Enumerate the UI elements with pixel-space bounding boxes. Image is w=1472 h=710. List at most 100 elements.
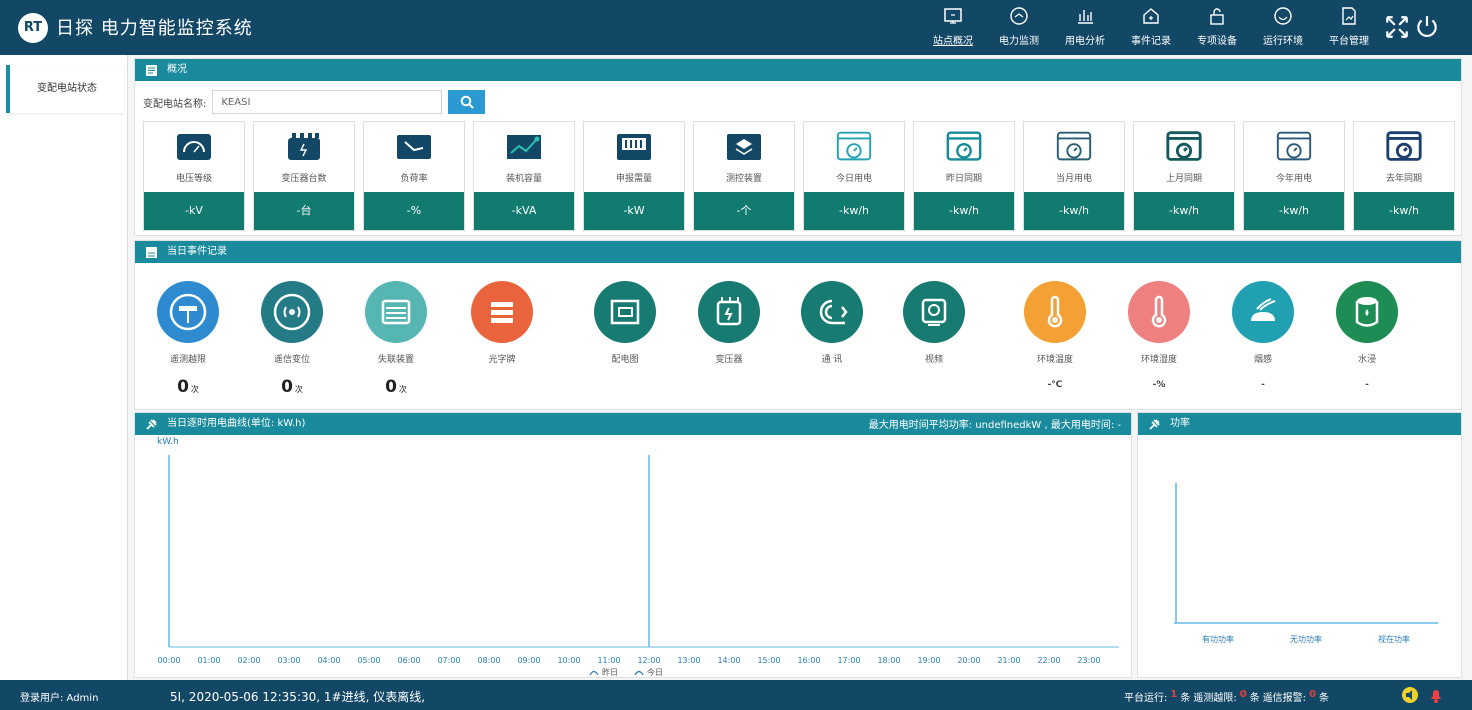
telemetry-icon bbox=[169, 293, 207, 331]
event-transformer[interactable]: 变压器 bbox=[679, 281, 779, 365]
speaker-icon[interactable] bbox=[1401, 686, 1419, 704]
x-tick-label: 05:00 bbox=[357, 656, 380, 665]
legend-label: 今日 bbox=[647, 667, 663, 677]
power-category-label: 视在功率 bbox=[1378, 634, 1410, 644]
x-tick-label: 06:00 bbox=[397, 656, 420, 665]
x-tick-label: 12:00 bbox=[637, 656, 660, 665]
alarm-message: 5I, 2020-05-06 12:35:30, 1#进线, 仪表离线, bbox=[170, 690, 426, 704]
curve-title: 当日逐时用电曲线(单位: kW.h) 最大用电时间平均功率: undefinedk… bbox=[135, 413, 1131, 435]
nav-site-overview[interactable]: 站点概况 bbox=[920, 0, 986, 55]
fullscreen-icon[interactable] bbox=[1384, 14, 1410, 40]
gauge-icon bbox=[177, 134, 211, 160]
logged-in-user: 登录用户: Admin bbox=[20, 693, 99, 704]
event-communication[interactable]: 通 讯 bbox=[782, 281, 882, 365]
home-icon bbox=[1143, 8, 1159, 24]
overview-cards: 电压等级 -kV 变压器台数 -台 负荷率 -% 装机容量 -kVA 申报需量 -kW 测… bbox=[143, 121, 1461, 233]
status-bar: 登录用户: Admin 5I, 2020-05-06 12:35:30, 1#进… bbox=[0, 680, 1472, 710]
plug-icon bbox=[146, 419, 157, 430]
event-smoke[interactable]: 烟感 - bbox=[1213, 281, 1313, 390]
event-ambient-humidity[interactable]: 环境湿度 -% bbox=[1109, 281, 1209, 390]
card-load-rate: 负荷率 -% bbox=[363, 121, 465, 231]
station-name-input[interactable] bbox=[212, 90, 443, 114]
event-light-panel[interactable]: 光字牌 bbox=[452, 281, 552, 365]
card-voltage-level: 电压等级 -kV bbox=[143, 121, 245, 231]
document-icon bbox=[1342, 7, 1356, 25]
x-tick-label: 09:00 bbox=[517, 656, 540, 665]
card-yesterday-same-period: 昨日同期 -kw/h bbox=[913, 121, 1015, 231]
circle-icon bbox=[1274, 7, 1292, 25]
x-tick-label: 03:00 bbox=[277, 656, 300, 665]
x-tick-label: 02:00 bbox=[237, 656, 260, 665]
nav-event-record[interactable]: 事件记录 bbox=[1118, 0, 1184, 55]
document-icon bbox=[146, 65, 157, 76]
transformer-icon bbox=[288, 133, 320, 160]
hourly-power-curve-panel: 当日逐时用电曲线(单位: kW.h) 最大用电时间平均功率: undefinedk… bbox=[134, 412, 1132, 678]
legend-label: 昨日 bbox=[602, 667, 618, 677]
water-tank-icon bbox=[1355, 297, 1379, 327]
x-tick-label: 11:00 bbox=[597, 656, 620, 665]
camera-icon bbox=[921, 298, 947, 326]
main-content: 概况 变配电站名称: 电压等级-kV 变压器台数-台 负荷率-% 装机容量-kV… bbox=[134, 58, 1462, 678]
nav-platform-management[interactable]: 平台管理 bbox=[1316, 0, 1382, 55]
x-tick-label: 14:00 bbox=[717, 656, 740, 665]
events-title: 当日事件记录 bbox=[135, 241, 1461, 263]
event-distribution-diagram[interactable]: 配电图 bbox=[575, 281, 675, 365]
transformer-icon bbox=[716, 297, 742, 326]
event-ambient-temperature[interactable]: 环境温度 -℃ bbox=[1005, 281, 1105, 390]
alarm-bell-icon[interactable] bbox=[1427, 686, 1445, 704]
card-current-month-electricity: 当月用电 -kw/h bbox=[1023, 121, 1125, 231]
x-tick-label: 20:00 bbox=[957, 656, 980, 665]
window-timer-icon bbox=[836, 131, 872, 161]
alarm-counts: 平台运行: 1 条 遥测越限: 0 条 遥信报警: 0 条 bbox=[1124, 689, 1330, 704]
power-title: 功率 bbox=[1138, 413, 1461, 435]
nav-special-device[interactable]: 专项设备 bbox=[1184, 0, 1250, 55]
card-year-electricity: 今年用电 -kw/h bbox=[1243, 121, 1345, 231]
window-timer-icon bbox=[946, 131, 982, 161]
server-icon bbox=[491, 302, 513, 323]
list-icon bbox=[381, 299, 411, 325]
nav-runtime-env[interactable]: 运行环境 bbox=[1250, 0, 1316, 55]
nav-power-analysis[interactable]: 用电分析 bbox=[1052, 0, 1118, 55]
bar-chart-icon bbox=[1078, 10, 1093, 24]
line-chart-icon bbox=[507, 135, 541, 159]
power-category-label: 有功功率 bbox=[1202, 634, 1234, 644]
x-tick-label: 17:00 bbox=[837, 656, 860, 665]
power-chart: 有功功率 无功功率 视在功率 bbox=[1174, 483, 1438, 644]
overview-title: 概况 bbox=[135, 59, 1461, 81]
event-offline-device[interactable]: 失联装置 0 次 bbox=[346, 281, 446, 397]
smoke-icon bbox=[1251, 298, 1276, 321]
card-installed-capacity: 装机容量 -kVA bbox=[473, 121, 575, 231]
search-button[interactable] bbox=[448, 90, 486, 114]
logo: RT bbox=[18, 13, 48, 43]
event-water-leak[interactable]: 水浸 - bbox=[1317, 281, 1417, 390]
signal-icon bbox=[273, 293, 311, 331]
app-title: 日探 电力智能监控系统 bbox=[56, 18, 253, 39]
panel-icon bbox=[617, 134, 651, 160]
x-tick-label: 22:00 bbox=[1037, 656, 1060, 665]
header: RT 日探 电力智能监控系统 站点概况 电力监测 用电分析 事件记录 专项设备 … bbox=[0, 0, 1472, 55]
curve-summary: 最大用电时间平均功率: undefinedkW , 最大用电时间: - bbox=[868, 420, 1121, 431]
sidebar-item-substation-status[interactable]: 变配电站状态 bbox=[6, 65, 124, 113]
station-search: 变配电站名称: bbox=[143, 90, 486, 114]
card-last-month-same-period: 上月同期 -kw/h bbox=[1133, 121, 1235, 231]
window-timer-icon bbox=[1276, 131, 1312, 161]
plug-icon bbox=[1149, 419, 1160, 430]
gauge-icon bbox=[1010, 7, 1028, 25]
card-transformer-count: 变压器台数 -台 bbox=[253, 121, 355, 231]
thermometer-icon bbox=[1151, 295, 1167, 328]
daily-events-panel: 当日事件记录 遥测越限 0 次 遥信变位 0 次 失联装置 0 次 光字牌 配电图 变压器 … bbox=[134, 240, 1462, 410]
power-icon[interactable] bbox=[1414, 14, 1440, 40]
event-telemetry-overlimit[interactable]: 遥测越限 0 次 bbox=[138, 281, 238, 397]
card-declared-demand: 申报需量 -kW bbox=[583, 121, 685, 231]
lock-icon bbox=[1210, 8, 1224, 25]
event-icon bbox=[146, 247, 157, 258]
hourly-power-chart: kW.h 00:00 01:00 02:00 03:00 04:00 05:00 06:00… bbox=[157, 437, 1119, 677]
overview-panel: 概况 变配电站名称: 电压等级-kV 变压器台数-台 负荷率-% 装机容量-kV… bbox=[134, 58, 1462, 236]
chart-y-unit: kW.h bbox=[157, 437, 179, 447]
event-video[interactable]: 视频 bbox=[884, 281, 984, 365]
x-tick-label: 00:00 bbox=[157, 656, 180, 665]
x-tick-label: 13:00 bbox=[677, 656, 700, 665]
event-remote-signal-change[interactable]: 遥信变位 0 次 bbox=[242, 281, 342, 397]
nav-power-monitor[interactable]: 电力监测 bbox=[986, 0, 1052, 55]
x-tick-label: 10:00 bbox=[557, 656, 580, 665]
